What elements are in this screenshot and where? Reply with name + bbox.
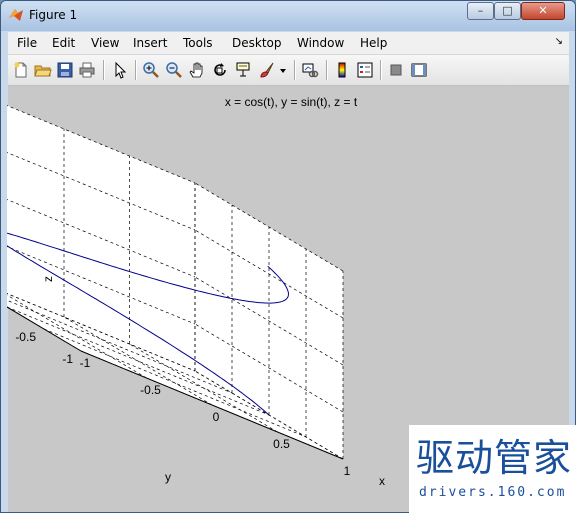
- menu-insert[interactable]: Insert: [133, 36, 167, 50]
- toolbar-separator: [294, 60, 296, 80]
- menu-desktop[interactable]: Desktop: [232, 36, 282, 50]
- menu-file[interactable]: File: [17, 36, 37, 50]
- menu-window[interactable]: Window: [297, 36, 344, 50]
- zoom-out-icon[interactable]: [165, 61, 183, 79]
- x-tick-label: 0.5: [273, 437, 290, 451]
- brush-icon[interactable]: [258, 61, 276, 79]
- hide-plot-tools-icon[interactable]: [387, 61, 405, 79]
- toolbar-separator: [380, 60, 382, 80]
- show-plot-tools-icon[interactable]: [410, 61, 428, 79]
- window-title: Figure 1: [29, 8, 78, 22]
- edit-plot-arrow-icon[interactable]: [111, 61, 129, 79]
- toolbar-separator: [326, 60, 328, 80]
- minimize-button[interactable]: –: [467, 2, 494, 20]
- x-tick-label: -1: [80, 356, 91, 370]
- new-figure-icon[interactable]: [12, 61, 30, 79]
- figure-toolbar: [8, 55, 569, 86]
- x-tick-label: 1: [344, 464, 351, 478]
- matlab-logo-icon: [9, 9, 23, 21]
- brush-dropdown-icon[interactable]: [278, 61, 288, 79]
- menu-view[interactable]: View: [91, 36, 119, 50]
- y-axis-label: y: [165, 470, 171, 484]
- menu-edit[interactable]: Edit: [52, 36, 75, 50]
- save-icon[interactable]: [56, 61, 74, 79]
- legend-icon[interactable]: [356, 61, 374, 79]
- colorbar-icon[interactable]: [333, 61, 351, 79]
- toolbar-separator: [103, 60, 105, 80]
- x-tick-label: -0.5: [140, 383, 161, 397]
- link-plot-icon[interactable]: [301, 61, 319, 79]
- menu-bar: File Edit View Insert Tools Desktop Wind…: [8, 32, 569, 55]
- print-icon[interactable]: [78, 61, 96, 79]
- data-cursor-icon[interactable]: [234, 61, 252, 79]
- back-pane: [7, 105, 195, 371]
- rotate-3d-icon[interactable]: [211, 61, 229, 79]
- toolbar-separator: [135, 60, 137, 80]
- x-tick-label: 0: [213, 410, 220, 424]
- close-button[interactable]: ✕: [521, 2, 565, 20]
- title-bar[interactable]: Figure 1 – □ ✕: [1, 1, 575, 31]
- plot-title: x = cos(t), y = sin(t), z = t: [225, 95, 358, 109]
- dock-arrow-icon[interactable]: ↘: [555, 36, 563, 47]
- watermark-logo-text: 驱动管家: [416, 436, 573, 480]
- y-tick-label: -1: [62, 352, 73, 366]
- maximize-button[interactable]: □: [494, 2, 521, 20]
- z-axis-label: z: [41, 276, 55, 282]
- axes-grid: [7, 105, 344, 460]
- open-file-icon[interactable]: [34, 61, 52, 79]
- pan-hand-icon[interactable]: [188, 61, 206, 79]
- watermark-url: drivers.160.com: [419, 485, 567, 500]
- y-tick-label: -0.5: [15, 330, 36, 344]
- menu-help[interactable]: Help: [360, 36, 387, 50]
- x-axis-label: x: [379, 474, 385, 488]
- menu-tools[interactable]: Tools: [183, 36, 213, 50]
- zoom-in-icon[interactable]: [142, 61, 160, 79]
